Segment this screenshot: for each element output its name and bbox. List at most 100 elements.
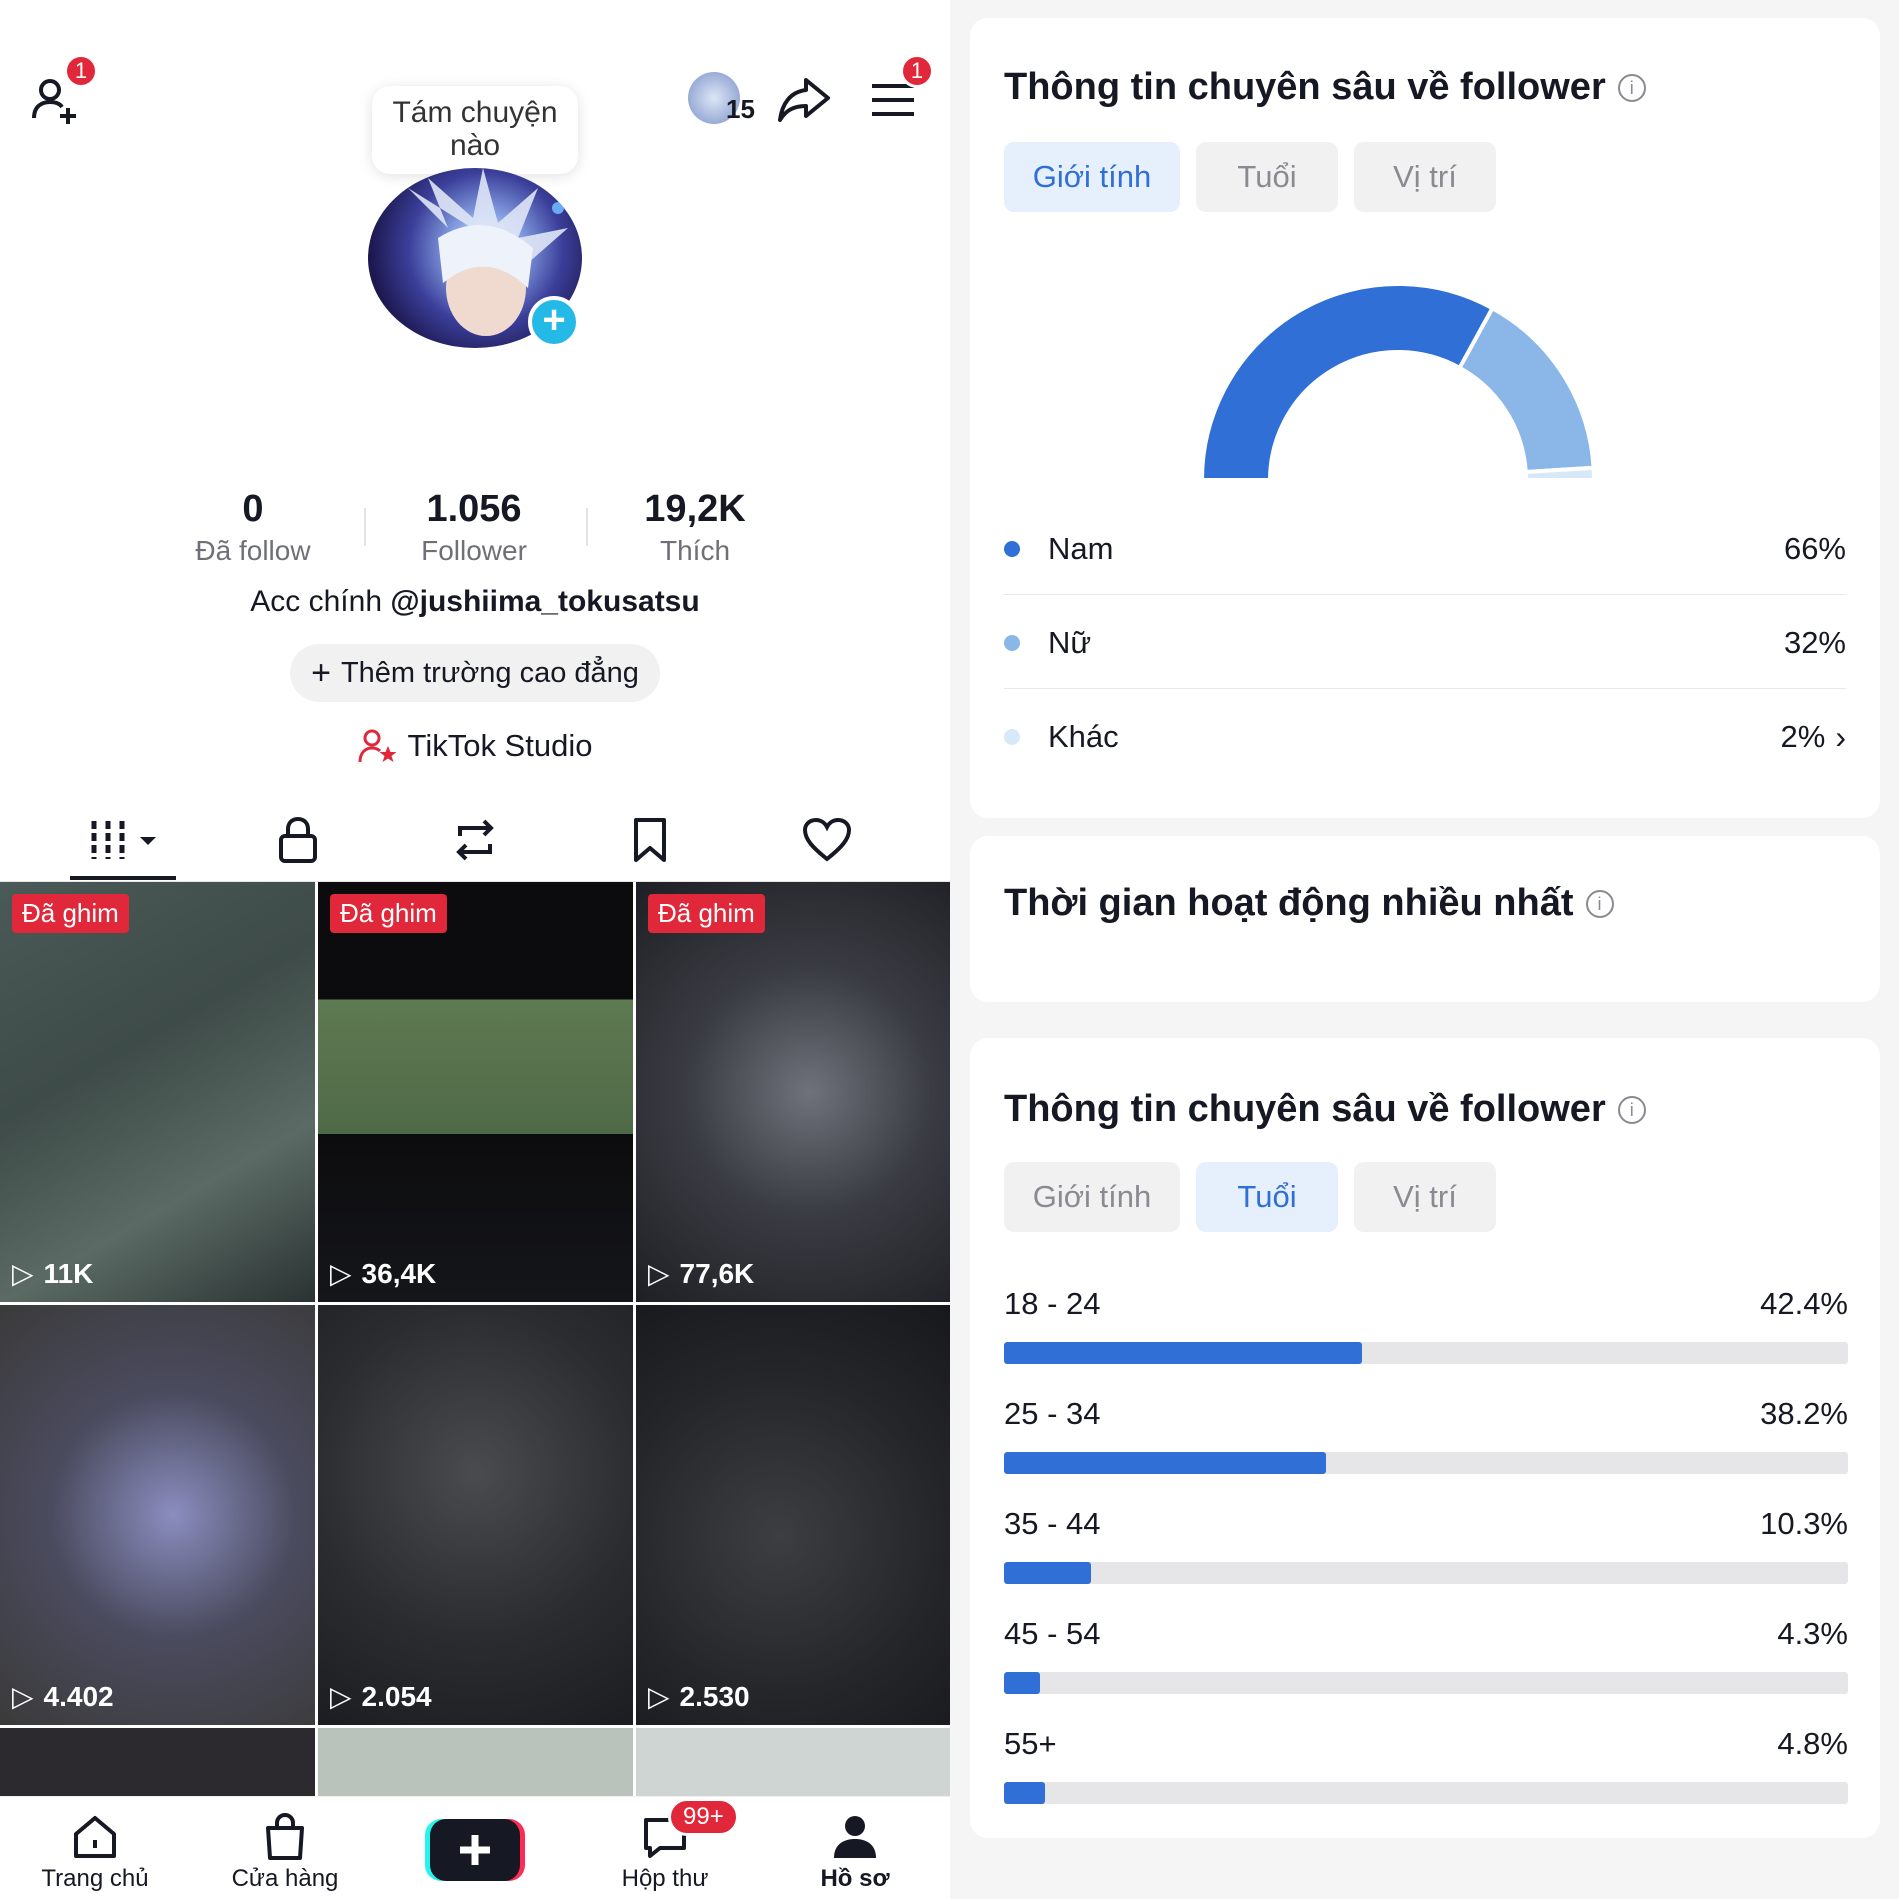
tab-location[interactable]: Vị trí <box>1354 142 1496 212</box>
info-icon[interactable]: i <box>1585 889 1614 918</box>
age-bar-row: 55+ 4.8% <box>1004 1726 1848 1804</box>
age-bar-row: 18 - 24 42.4% <box>1004 1286 1848 1364</box>
grid-icon <box>91 821 156 859</box>
age-card-title: Thông tin chuyên sâu về follower <box>1004 1088 1606 1130</box>
legend-row-male: Nam 66% <box>1004 504 1846 594</box>
donut-segment-nữ <box>1456 305 1596 475</box>
age-bar-value: 42.4% <box>1760 1286 1848 1321</box>
age-bar-row: 45 - 54 4.3% <box>1004 1616 1848 1694</box>
nav-profile[interactable]: Hồ sơ <box>780 1809 930 1893</box>
share-icon <box>778 78 830 122</box>
info-icon[interactable]: i <box>1617 1095 1646 1124</box>
video-thumbnail[interactable] <box>0 1728 315 1798</box>
view-count-value: 77,6K <box>679 1257 755 1289</box>
age-bar-header: 25 - 34 38.2% <box>1004 1396 1848 1432</box>
active-time-title: Thời gian hoạt động nhiều nhất <box>1004 882 1574 924</box>
play-icon: ▷ <box>12 1258 34 1289</box>
video-thumbnail[interactable]: ▷ 2.530 <box>636 1305 950 1725</box>
age-bar-value: 10.3% <box>1760 1506 1848 1541</box>
video-thumbnail[interactable]: Đã ghim ▷ 11K <box>0 882 315 1302</box>
gender-card-title: Thông tin chuyên sâu về follower <box>1004 66 1606 108</box>
video-thumbnail[interactable] <box>636 1728 950 1798</box>
stat-value: 1.056 <box>426 488 522 530</box>
nav-inbox-label: Hộp thư <box>621 1865 709 1892</box>
age-bar-value: 38.2% <box>1760 1396 1848 1431</box>
share-button[interactable] <box>776 72 832 128</box>
stat-likes[interactable]: 19,2K Thích <box>605 488 785 567</box>
card-title: Thông tin chuyên sâu về follower i <box>1004 66 1646 109</box>
active-tab-indicator <box>70 876 176 880</box>
play-icon: ▷ <box>12 1681 34 1712</box>
age-bar-fill <box>1004 1342 1362 1364</box>
profile-bio: Acc chính @jushiima_tokusatsu <box>0 585 950 619</box>
studio-label: TikTok Studio <box>407 728 593 763</box>
age-bar-label: 25 - 34 <box>1004 1396 1101 1431</box>
add-school-label: Thêm trường cao đẳng <box>340 656 639 689</box>
age-bar-fill <box>1004 1782 1045 1804</box>
legend-value: 32% <box>1783 625 1846 660</box>
video-thumbnail[interactable]: ▷ 4.402 <box>0 1305 315 1725</box>
tab-location[interactable]: Vị trí <box>1354 1162 1496 1232</box>
home-icon <box>74 1816 116 1858</box>
age-bar-track <box>1004 1782 1848 1804</box>
age-bar-track <box>1004 1562 1848 1584</box>
tab-saved[interactable] <box>620 810 680 870</box>
stat-following[interactable]: 0 Đã follow <box>163 488 343 567</box>
legend-label: Khác <box>1048 719 1119 754</box>
view-count: ▷ 2.530 <box>648 1680 750 1713</box>
profile-visitors-button[interactable]: 15 <box>688 70 758 130</box>
video-thumbnail[interactable]: Đã ghim ▷ 36,4K <box>318 882 633 1302</box>
nav-shop-label: Cửa hàng <box>231 1865 339 1892</box>
lock-icon <box>279 816 317 863</box>
studio-icon <box>358 729 397 763</box>
tab-gender[interactable]: Giới tính <box>1004 142 1180 212</box>
add-story-button[interactable]: + <box>528 296 580 348</box>
video-thumbnail[interactable]: ▷ 2.054 <box>318 1305 633 1725</box>
play-icon: ▷ <box>330 1681 352 1712</box>
tab-liked[interactable] <box>797 810 857 870</box>
info-icon[interactable]: i <box>1617 73 1646 102</box>
legend-dot <box>1004 635 1020 651</box>
legend-row-female: Nữ 32% <box>1004 598 1846 688</box>
add-school-button[interactable]: + Thêm trường cao đẳng <box>290 644 660 702</box>
tab-gender[interactable]: Giới tính <box>1004 1162 1180 1232</box>
tab-age[interactable]: Tuổi <box>1196 1162 1338 1232</box>
divider <box>1004 594 1846 595</box>
age-bar-label: 18 - 24 <box>1004 1286 1101 1321</box>
tab-age[interactable]: Tuổi <box>1196 142 1338 212</box>
legend-label: Nam <box>1048 531 1114 566</box>
tab-private[interactable] <box>268 810 328 870</box>
age-bar-track <box>1004 1452 1848 1474</box>
stat-label: Thích <box>659 535 731 566</box>
legend-row-other[interactable]: Khác 2% › <box>1004 692 1846 782</box>
tiktok-studio-link[interactable]: TikTok Studio <box>0 728 950 764</box>
video-thumbnail[interactable]: Đã ghim ▷ 77,6K <box>636 882 950 1302</box>
video-thumbnail[interactable] <box>318 1728 633 1798</box>
tab-reposts[interactable] <box>445 810 505 870</box>
view-count: ▷ 4.402 <box>12 1680 114 1713</box>
card-title: Thời gian hoạt động nhiều nhất i <box>1004 882 1614 925</box>
stat-followers[interactable]: 1.056 Follower <box>384 488 564 567</box>
view-count-value: 11K <box>43 1257 94 1289</box>
stat-divider <box>364 508 366 546</box>
nav-home[interactable]: Trang chủ <box>20 1809 170 1893</box>
nav-shop[interactable]: Cửa hàng <box>210 1809 360 1893</box>
bio-handle[interactable]: @jushiima_tokusatsu <box>390 585 699 618</box>
note-bubble[interactable]: Tám chuyện nào <box>372 86 578 174</box>
legend-label: Nữ <box>1048 625 1092 660</box>
age-bar-header: 18 - 24 42.4% <box>1004 1286 1848 1322</box>
play-icon: ▷ <box>648 1681 670 1712</box>
pinned-badge: Đã ghim <box>648 894 765 933</box>
insights-screen: Thông tin chuyên sâu về follower i Giới … <box>950 0 1899 1899</box>
pinned-badge: Đã ghim <box>330 894 447 933</box>
age-bar-label: 55+ <box>1004 1726 1057 1761</box>
repost-icon <box>456 819 494 861</box>
stat-value: 0 <box>242 488 264 530</box>
tab-videos[interactable] <box>88 810 168 870</box>
age-bar-header: 35 - 44 10.3% <box>1004 1506 1848 1542</box>
age-bar-value: 4.8% <box>1777 1726 1848 1761</box>
heart-icon <box>802 817 852 862</box>
create-button[interactable] <box>425 1819 525 1881</box>
view-count-value: 2.530 <box>679 1680 750 1712</box>
legend-value: 2% <box>1780 719 1826 754</box>
